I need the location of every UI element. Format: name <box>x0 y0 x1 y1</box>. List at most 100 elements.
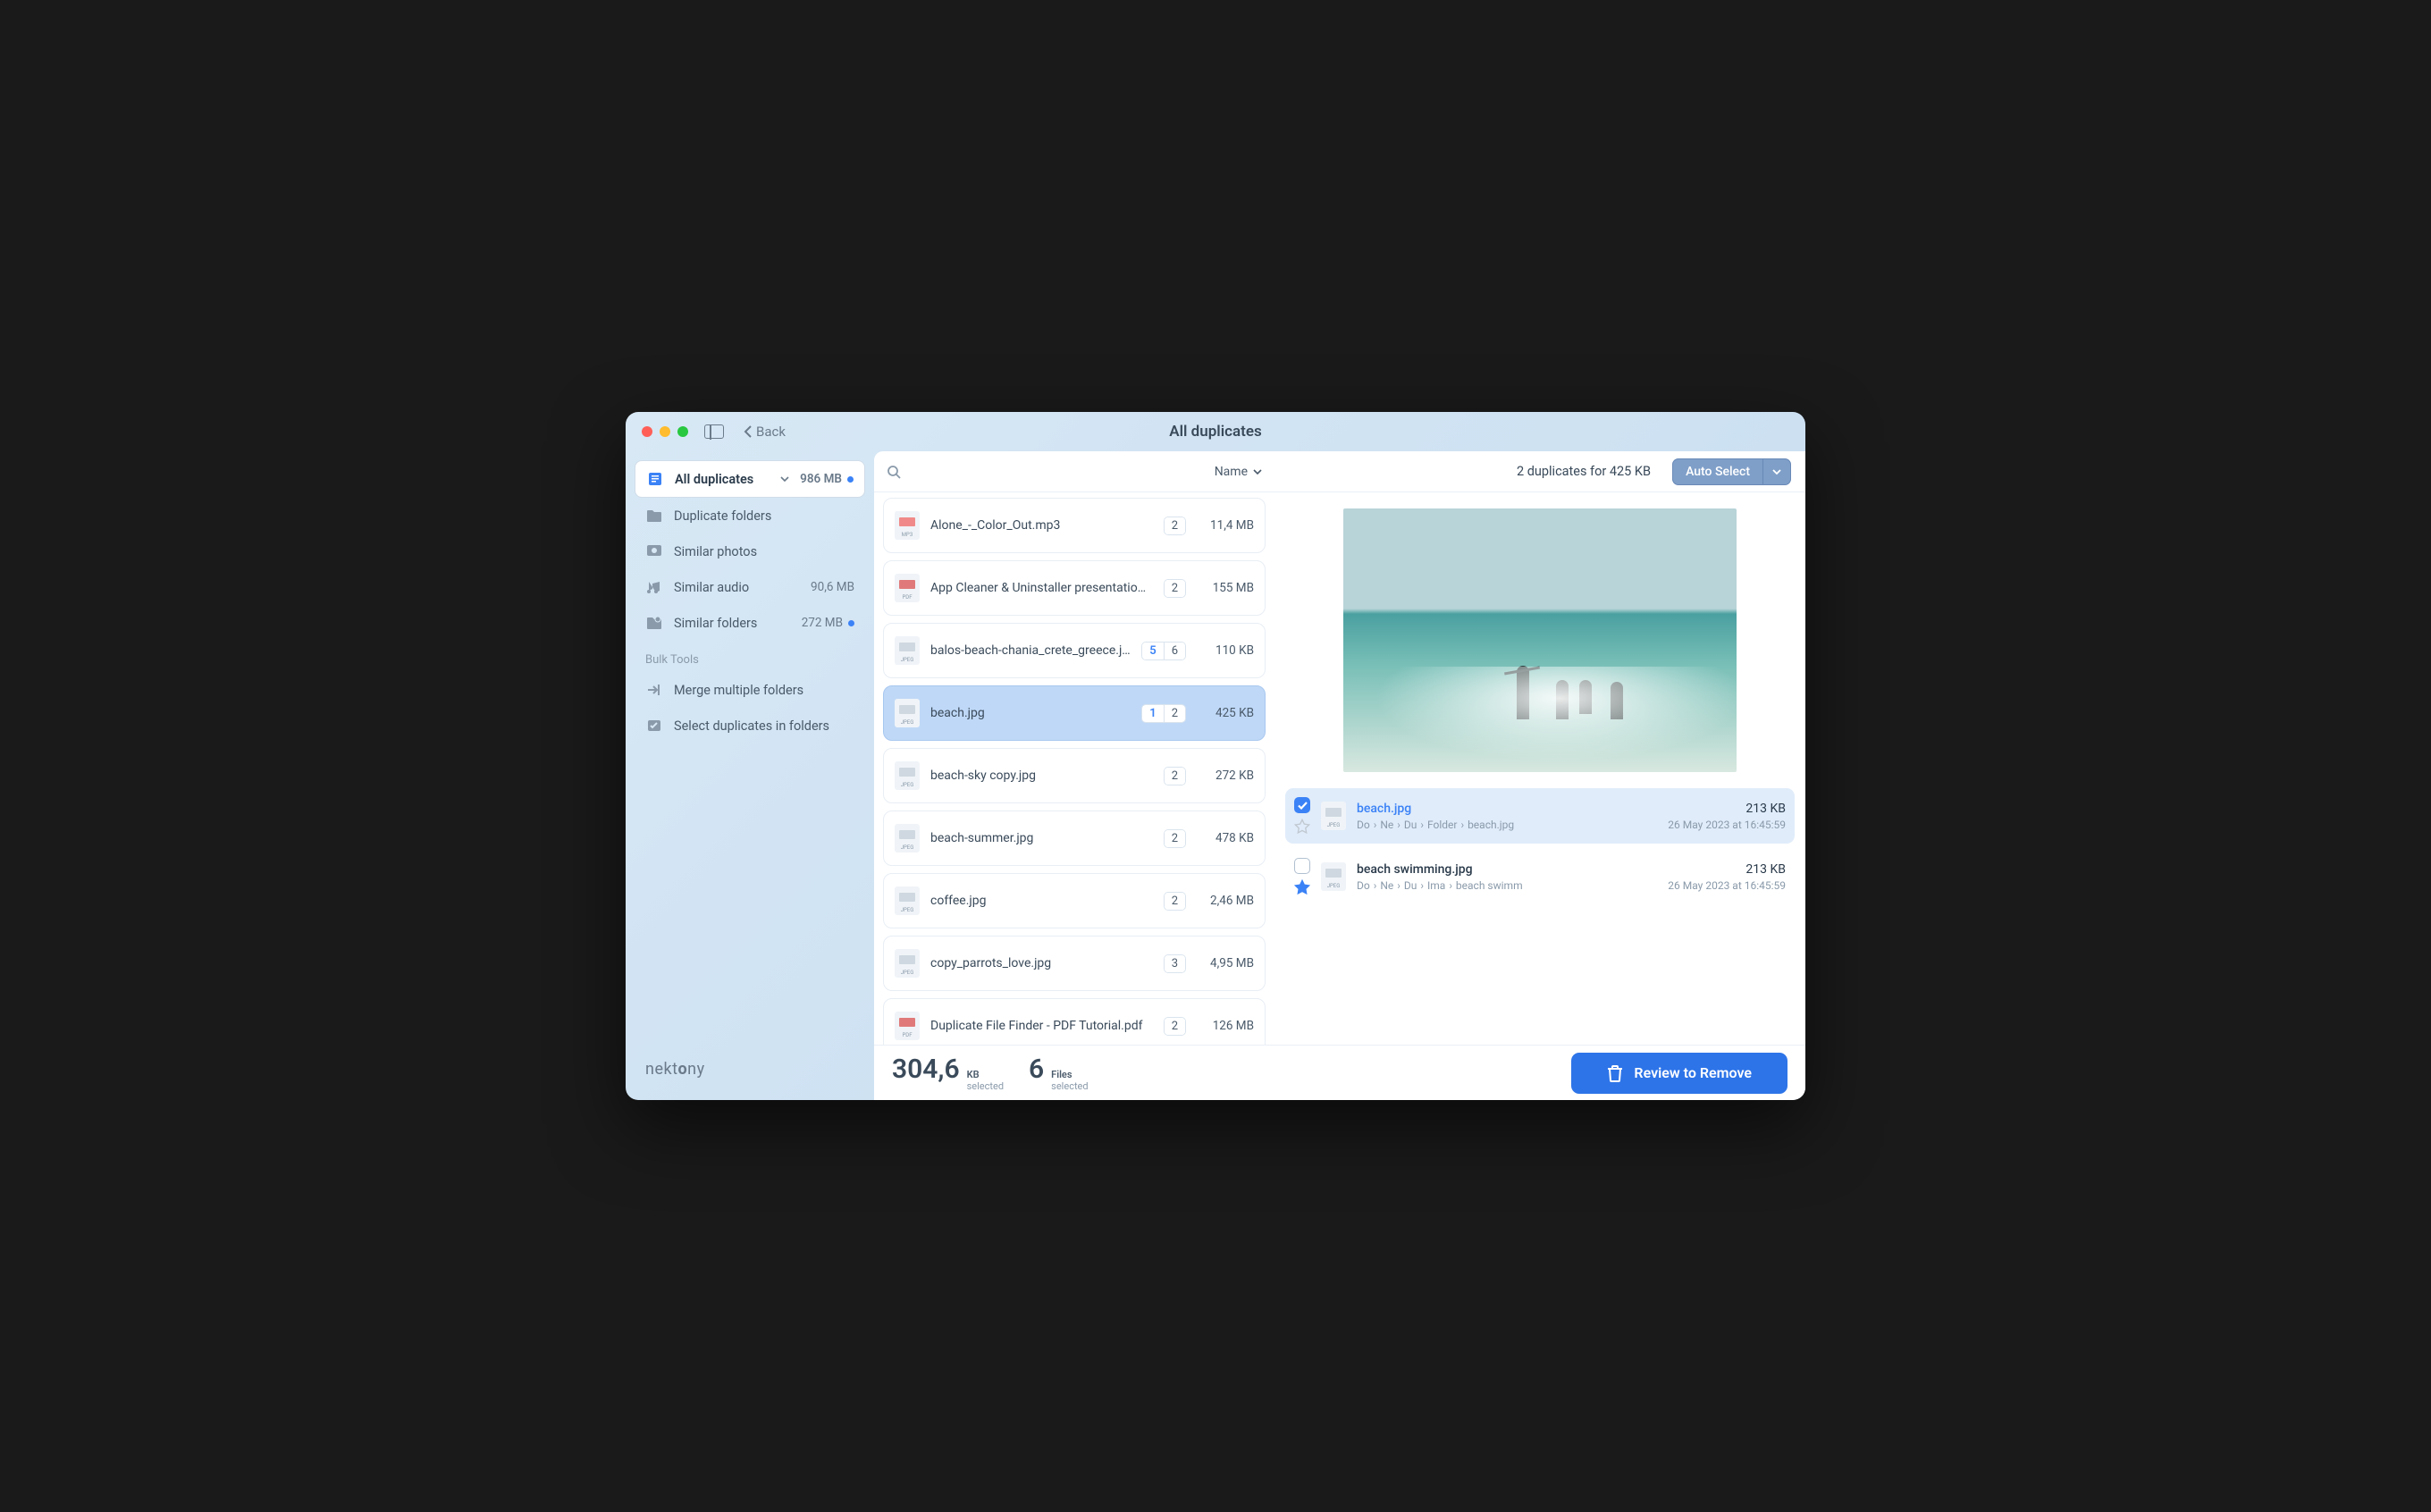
auto-select-label: Auto Select <box>1672 458 1763 485</box>
sidebar-item-0[interactable]: All duplicates 986 MB <box>635 460 865 498</box>
sidebar-item-meta: 272 MB <box>802 616 854 630</box>
badge-group: 2 <box>1164 579 1186 598</box>
duplicate-row[interactable]: JPEG beach swimming.jpg Do›Ne›Du›Ima›bea… <box>1285 849 1795 904</box>
trash-icon <box>1607 1064 1623 1082</box>
file-name: beach-sky copy.jpg <box>930 769 1153 783</box>
duplicate-info: beach.jpg Do›Ne›Du›Folder›beach.jpg <box>1357 802 1657 831</box>
chevron-down-icon <box>780 476 789 482</box>
star-icon[interactable] <box>1294 819 1310 835</box>
titlebar: Back All duplicates <box>626 412 1805 451</box>
blue-dot-icon <box>847 476 854 483</box>
file-row[interactable]: MP3 Alone_-_Color_Out.mp3 2 11,4 MB <box>883 498 1266 553</box>
check-column <box>1294 797 1310 835</box>
sidebar-icon <box>645 614 663 632</box>
badge-group: 2 <box>1164 767 1186 785</box>
preview-area <box>1274 492 1805 788</box>
review-to-remove-button[interactable]: Review to Remove <box>1571 1053 1788 1094</box>
file-name: Alone_-_Color_Out.mp3 <box>930 518 1153 533</box>
minimize-window-button[interactable] <box>660 426 670 437</box>
file-size: 155 MB <box>1197 581 1254 595</box>
sidebar-item-2[interactable]: Similar photos <box>635 533 865 569</box>
file-type-icon: JPEG <box>895 761 920 790</box>
file-row[interactable]: JPEG beach-summer.jpg 2 478 KB <box>883 811 1266 866</box>
detail-pane: 2 duplicates for 425 KB Auto Select <box>1274 451 1805 1045</box>
file-type-icon: JPEG <box>895 636 920 665</box>
chevron-down-icon <box>1772 469 1781 475</box>
file-type-icon: JPEG <box>1321 862 1346 891</box>
file-type-icon: JPEG <box>895 824 920 853</box>
file-row[interactable]: JPEG copy_parrots_love.jpg 3 4,95 MB <box>883 936 1266 991</box>
duplicate-meta: 213 KB 26 May 2023 at 16:45:59 <box>1668 862 1786 892</box>
checkbox[interactable] <box>1294 858 1310 874</box>
chevron-left-icon <box>744 425 753 438</box>
file-type-icon: JPEG <box>895 886 920 915</box>
detail-summary: 2 duplicates for 425 KB <box>1289 464 1661 479</box>
count-badge: 2 <box>1165 893 1185 910</box>
sort-label: Name <box>1215 465 1248 479</box>
duplicate-filename: beach swimming.jpg <box>1357 862 1657 877</box>
auto-select-chevron[interactable] <box>1763 458 1791 485</box>
file-size: 2,46 MB <box>1197 894 1254 908</box>
sort-dropdown[interactable]: Name <box>1215 465 1262 479</box>
file-list[interactable]: MP3 Alone_-_Color_Out.mp3 2 11,4 MB PDF A… <box>874 492 1274 1045</box>
file-size: 4,95 MB <box>1197 956 1254 970</box>
file-row[interactable]: JPEG balos-beach-chania_crete_greece.j… … <box>883 623 1266 678</box>
file-size: 425 KB <box>1197 706 1254 720</box>
count-badge: 2 <box>1165 768 1185 785</box>
close-window-button[interactable] <box>642 426 652 437</box>
count-badge: 2 <box>1165 517 1185 534</box>
back-button[interactable]: Back <box>744 424 786 440</box>
file-row[interactable]: PDF App Cleaner & Uninstaller presentati… <box>883 560 1266 616</box>
preview-image <box>1343 508 1737 772</box>
duplicate-date: 26 May 2023 at 16:45:59 <box>1668 819 1786 831</box>
back-label: Back <box>756 424 786 440</box>
sidebar-item-3[interactable]: Similar audio 90,6 MB <box>635 569 865 605</box>
count-badge: 3 <box>1165 955 1185 972</box>
file-name: beach.jpg <box>930 706 1131 720</box>
file-row[interactable]: JPEG coffee.jpg 2 2,46 MB <box>883 873 1266 928</box>
sidebar-tool-0[interactable]: Merge multiple folders <box>635 672 865 708</box>
count-badge: 2 <box>1164 705 1185 722</box>
auto-select-button[interactable]: Auto Select <box>1672 458 1791 485</box>
tool-icon <box>645 681 663 699</box>
duplicate-size: 213 KB <box>1668 862 1786 877</box>
breadcrumb: Do›Ne›Du›Ima›beach swimm <box>1357 879 1657 892</box>
badge-group: 2 <box>1164 892 1186 911</box>
duplicate-info: beach swimming.jpg Do›Ne›Du›Ima›beach sw… <box>1357 862 1657 892</box>
file-row[interactable]: PDF Duplicate File Finder - PDF Tutorial… <box>883 998 1266 1045</box>
file-name: balos-beach-chania_crete_greece.j… <box>930 643 1131 658</box>
sidebar-item-meta: 986 MB <box>800 472 854 486</box>
sidebar-item-1[interactable]: Duplicate folders <box>635 498 865 533</box>
count-badge: 5 <box>1142 643 1163 659</box>
file-type-icon: JPEG <box>895 949 920 978</box>
sidebar-icon <box>645 507 663 525</box>
maximize-window-button[interactable] <box>677 426 688 437</box>
breadcrumb: Do›Ne›Du›Folder›beach.jpg <box>1357 819 1657 831</box>
file-name: App Cleaner & Uninstaller presentation… <box>930 581 1153 595</box>
file-name: beach-summer.jpg <box>930 831 1153 845</box>
star-icon[interactable] <box>1294 879 1310 895</box>
search-icon[interactable] <box>887 465 901 479</box>
file-size: 272 KB <box>1197 769 1254 783</box>
window-title: All duplicates <box>1169 423 1261 441</box>
blue-dot-icon <box>848 620 854 626</box>
count-badge: 6 <box>1164 643 1185 659</box>
brand-logo: nektony <box>635 1051 865 1088</box>
stat-size-sub: selected <box>967 1081 1004 1092</box>
file-row[interactable]: JPEG beach.jpg 12 425 KB <box>883 685 1266 741</box>
file-row[interactable]: JPEG beach-sky copy.jpg 2 272 KB <box>883 748 1266 803</box>
stat-files-sub: selected <box>1051 1081 1088 1092</box>
detail-header: 2 duplicates for 425 KB Auto Select <box>1274 451 1805 492</box>
sidebar-item-4[interactable]: Similar folders 272 MB <box>635 605 865 641</box>
sidebar-item-label: All duplicates <box>675 472 775 487</box>
file-type-icon: PDF <box>895 1012 920 1040</box>
sidebar-toggle-icon[interactable] <box>704 424 724 439</box>
count-badge: 1 <box>1142 705 1163 722</box>
sidebar-tool-1[interactable]: Select duplicates in folders <box>635 708 865 743</box>
checkbox[interactable] <box>1294 797 1310 813</box>
badge-group: 3 <box>1164 954 1186 973</box>
duplicate-row[interactable]: JPEG beach.jpg Do›Ne›Du›Folder›beach.jpg… <box>1285 788 1795 844</box>
stat-size-value: 304,6 <box>892 1054 960 1085</box>
sidebar-icon <box>645 542 663 560</box>
file-list-pane: Name MP3 Alone_-_Color_Out.mp3 2 11,4 MB… <box>874 451 1274 1045</box>
